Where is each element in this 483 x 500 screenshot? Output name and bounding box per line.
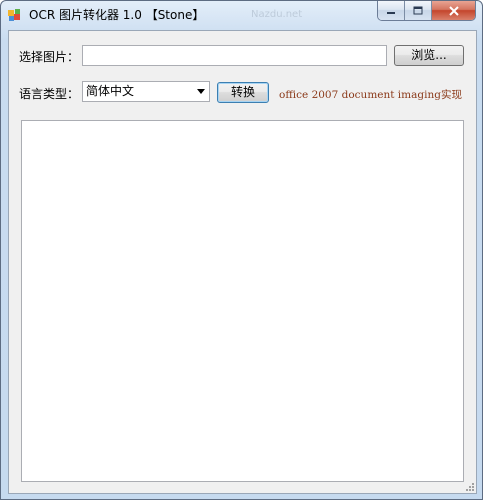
title-bar[interactable]: OCR 图片转化器 1.0 【Stone】 Nazdu.net	[1, 1, 482, 28]
minimize-button[interactable]	[378, 1, 405, 20]
close-icon	[448, 5, 459, 16]
app-icon	[8, 9, 20, 21]
convert-button[interactable]: 转换	[217, 82, 269, 103]
app-window: OCR 图片转化器 1.0 【Stone】 Nazdu.net 选择图片： 浏览…	[0, 0, 483, 500]
caption-buttons	[377, 1, 476, 21]
resize-grip-icon[interactable]	[465, 482, 475, 492]
image-path-input[interactable]	[82, 45, 387, 66]
language-select[interactable]: 简体中文	[82, 81, 210, 102]
engine-note: office 2007 document imaging实现	[279, 89, 462, 101]
watermark-text: Nazdu.net	[251, 9, 303, 20]
maximize-button[interactable]	[405, 1, 432, 20]
chevron-down-icon	[197, 89, 205, 94]
image-label: 选择图片：	[19, 50, 80, 64]
window-title: OCR 图片转化器 1.0 【Stone】	[29, 8, 205, 22]
language-label: 语言类型：	[19, 87, 80, 101]
maximize-icon	[413, 6, 423, 14]
browse-button[interactable]: 浏览...	[394, 45, 464, 66]
client-area: 选择图片： 浏览... 语言类型： 简体中文 转换 office 2007 do…	[8, 30, 477, 494]
language-selected: 简体中文	[86, 84, 135, 98]
close-button[interactable]	[432, 1, 475, 20]
minimize-icon	[387, 11, 395, 14]
output-textarea[interactable]	[21, 120, 464, 482]
